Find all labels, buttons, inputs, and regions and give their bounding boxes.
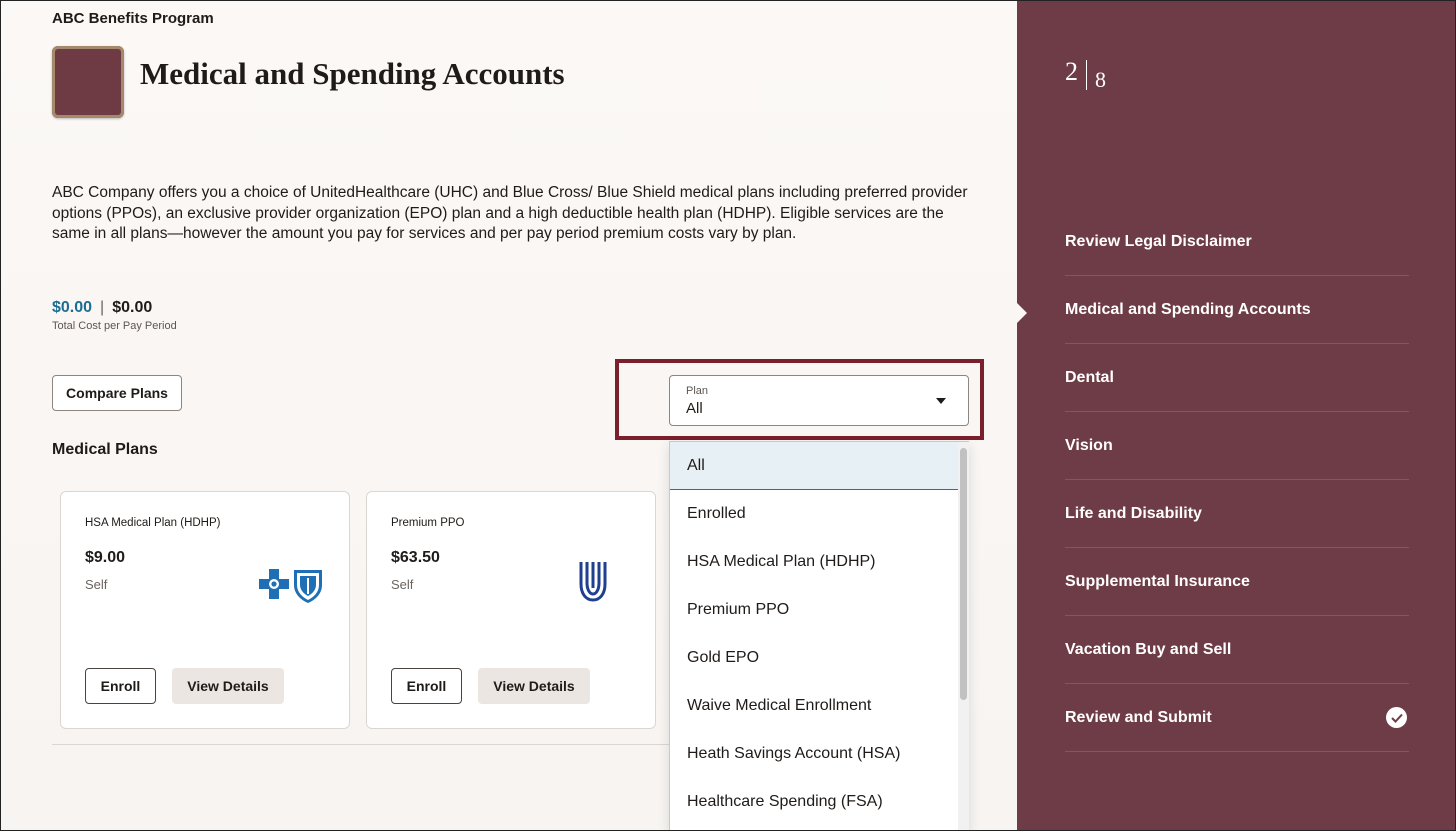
- step-label: Review and Submit: [1065, 708, 1212, 726]
- page-title: Medical and Spending Accounts: [140, 56, 565, 91]
- cost-separator: |: [100, 299, 105, 316]
- step-label: Vacation Buy and Sell: [1065, 640, 1232, 658]
- main-content: ABC Benefits Program Medical and Spendin…: [0, 0, 1017, 831]
- step-label: Dental: [1065, 368, 1114, 386]
- scrollbar-thumb[interactable]: [960, 448, 967, 700]
- caret-down-icon: [936, 398, 946, 404]
- total-cost: $0.00: [112, 299, 153, 316]
- compare-plans-button[interactable]: Compare Plans: [52, 375, 182, 411]
- bcbs-logo-icon: [257, 568, 323, 609]
- step-label: Life and Disability: [1065, 504, 1202, 522]
- option-premium-ppo[interactable]: Premium PPO: [670, 586, 959, 634]
- enroll-button[interactable]: Enroll: [85, 668, 156, 704]
- plan-filter-value: All: [686, 400, 703, 417]
- view-details-button[interactable]: View Details: [478, 668, 590, 704]
- step-label: Review Legal Disclaimer: [1065, 232, 1252, 250]
- plan-filter-label: Plan: [686, 385, 709, 397]
- plan-card-premium-ppo: Premium PPO $63.50 Self Enroll View Deta…: [366, 491, 656, 729]
- step-counter-divider: [1086, 60, 1087, 90]
- current-step-number: 2: [1065, 57, 1078, 86]
- page-description: ABC Company offers you a choice of Unite…: [52, 184, 968, 242]
- option-hsa-account[interactable]: Heath Savings Account (HSA): [670, 730, 959, 778]
- option-waive-medical[interactable]: Waive Medical Enrollment: [670, 682, 959, 730]
- enroll-button[interactable]: Enroll: [391, 668, 462, 704]
- step-vision[interactable]: Vision: [1065, 412, 1409, 480]
- step-medical-and-spending[interactable]: Medical and Spending Accounts: [1065, 276, 1409, 344]
- cost-summary: $0.00 | $0.00: [52, 299, 152, 317]
- plan-name: Premium PPO: [391, 517, 465, 529]
- section-divider: [52, 744, 672, 745]
- step-dental[interactable]: Dental: [1065, 344, 1409, 412]
- total-steps-number: 8: [1095, 67, 1106, 92]
- cost-label: Total Cost per Pay Period: [52, 320, 177, 332]
- uhc-logo-icon: [577, 558, 609, 611]
- step-review-and-submit[interactable]: Review and Submit: [1065, 684, 1409, 752]
- option-enrolled[interactable]: Enrolled: [670, 490, 959, 538]
- employee-cost: $0.00: [52, 299, 93, 316]
- plan-price: $63.50: [391, 549, 440, 566]
- step-list: Review Legal Disclaimer Medical and Spen…: [1065, 208, 1409, 752]
- plan-filter-options: All Enrolled HSA Medical Plan (HDHP) Pre…: [669, 441, 969, 831]
- option-fsa[interactable]: Healthcare Spending (FSA): [670, 778, 959, 826]
- page-thumbnail-image: [52, 46, 124, 118]
- dropdown-scrollbar[interactable]: [958, 442, 969, 830]
- plan-card-hsa: HSA Medical Plan (HDHP) $9.00 Self Enrol…: [60, 491, 350, 729]
- check-circle-icon: [1386, 707, 1407, 728]
- option-gold-epo[interactable]: Gold EPO: [670, 634, 959, 682]
- step-label: Vision: [1065, 436, 1113, 454]
- plan-price: $9.00: [85, 549, 126, 566]
- step-label: Medical and Spending Accounts: [1065, 300, 1311, 318]
- progress-sidebar: 2 8 Review Legal Disclaimer Medical and …: [1017, 0, 1456, 831]
- step-vacation-buy-and-sell[interactable]: Vacation Buy and Sell: [1065, 616, 1409, 684]
- plan-name: HSA Medical Plan (HDHP): [85, 517, 221, 529]
- step-counter: 2 8: [1065, 58, 1106, 91]
- step-review-legal-disclaimer[interactable]: Review Legal Disclaimer: [1065, 208, 1409, 276]
- step-life-and-disability[interactable]: Life and Disability: [1065, 480, 1409, 548]
- current-step-pointer: [1017, 303, 1027, 323]
- view-details-button[interactable]: View Details: [172, 668, 284, 704]
- step-supplemental-insurance[interactable]: Supplemental Insurance: [1065, 548, 1409, 616]
- program-title: ABC Benefits Program: [52, 10, 214, 27]
- option-all[interactable]: All: [670, 442, 959, 490]
- plan-coverage: Self: [391, 577, 414, 592]
- step-label: Supplemental Insurance: [1065, 572, 1250, 590]
- option-hsa-medical-plan[interactable]: HSA Medical Plan (HDHP): [670, 538, 959, 586]
- medical-plans-heading: Medical Plans: [52, 441, 158, 458]
- plan-coverage: Self: [85, 577, 108, 592]
- plan-filter-select[interactable]: Plan All: [669, 375, 969, 426]
